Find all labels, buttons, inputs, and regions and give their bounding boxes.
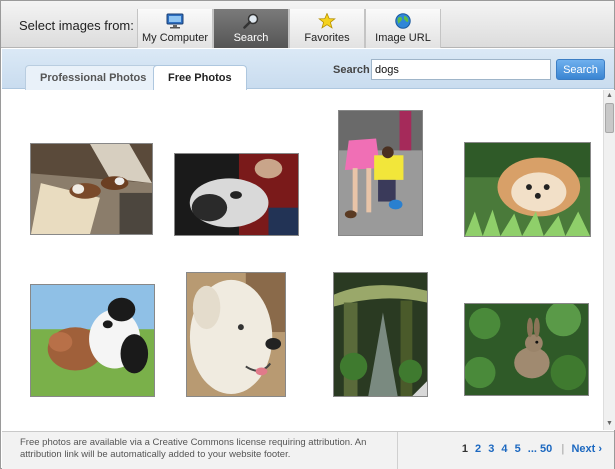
page-link-2[interactable]: 2 xyxy=(475,443,481,455)
husky-photo xyxy=(175,154,298,235)
result-thumbnail[interactable] xyxy=(174,153,299,236)
result-thumbnail[interactable] xyxy=(333,272,428,397)
source-label: Select images from: xyxy=(19,18,134,33)
favorites-label: Favorites xyxy=(304,32,350,44)
result-thumbnail[interactable] xyxy=(30,284,155,397)
results-footer: Free photos are available via a Creative… xyxy=(2,431,614,469)
result-thumbnail[interactable] xyxy=(464,142,591,237)
page-link-4[interactable]: 4 xyxy=(501,443,507,455)
pomeranian-photo xyxy=(465,143,590,236)
rabbit-photo xyxy=(465,304,588,395)
magnifier-icon xyxy=(243,13,259,29)
my-computer-label: My Computer xyxy=(141,32,209,44)
pager-separator: | xyxy=(561,443,565,455)
results-grid xyxy=(2,90,603,430)
favorites-button[interactable]: Favorites xyxy=(289,9,365,48)
tab-free-photos[interactable]: Free Photos xyxy=(153,65,247,91)
image-url-label: Image URL xyxy=(375,32,431,44)
street-dogs-photo xyxy=(339,111,422,235)
search-label: Search xyxy=(333,64,370,76)
search-source-button[interactable]: Search xyxy=(213,9,289,48)
white-dog-photo xyxy=(187,273,285,396)
forest-creek-photo xyxy=(334,273,427,396)
page-link-3[interactable]: 3 xyxy=(488,443,494,455)
search-button[interactable]: Search xyxy=(556,59,605,80)
tab-professional-photos[interactable]: Professional Photos xyxy=(25,65,162,90)
image-picker-dialog: Select images from: My Computer Search F… xyxy=(0,0,615,469)
image-source-bar: Select images from: My Computer Search F… xyxy=(1,1,614,48)
monitor-icon xyxy=(166,13,184,29)
image-url-button[interactable]: Image URL xyxy=(365,9,441,48)
star-icon xyxy=(318,13,336,29)
search-input[interactable] xyxy=(371,59,551,80)
results-scrollbar[interactable]: ▲ ▼ xyxy=(603,90,615,430)
result-thumbnail[interactable] xyxy=(338,110,423,236)
globe-icon xyxy=(395,13,411,29)
scroll-down-arrow-icon[interactable]: ▼ xyxy=(604,418,615,430)
scrollbar-thumb[interactable] xyxy=(605,103,614,133)
search-source-label: Search xyxy=(233,32,269,44)
my-computer-button[interactable]: My Computer xyxy=(137,9,213,48)
dogs-floor-photo xyxy=(31,144,152,234)
scroll-up-arrow-icon[interactable]: ▲ xyxy=(604,90,615,102)
attribution-note: Free photos are available via a Creative… xyxy=(20,437,367,460)
pagination: 1 2 3 4 5 ... 50 | Next › xyxy=(458,443,602,455)
dogs-playing-photo xyxy=(31,285,154,396)
footer-divider xyxy=(397,432,398,469)
result-thumbnail[interactable] xyxy=(186,272,286,397)
result-thumbnail[interactable] xyxy=(30,143,153,235)
result-thumbnail[interactable] xyxy=(464,303,589,396)
page-link-1[interactable]: 1 xyxy=(462,443,468,455)
next-page-link[interactable]: Next › xyxy=(571,443,602,455)
page-link-last[interactable]: ... 50 xyxy=(528,443,552,455)
page-link-5[interactable]: 5 xyxy=(515,443,521,455)
tab-strip: Professional Photos Free Photos Search S… xyxy=(2,49,614,91)
